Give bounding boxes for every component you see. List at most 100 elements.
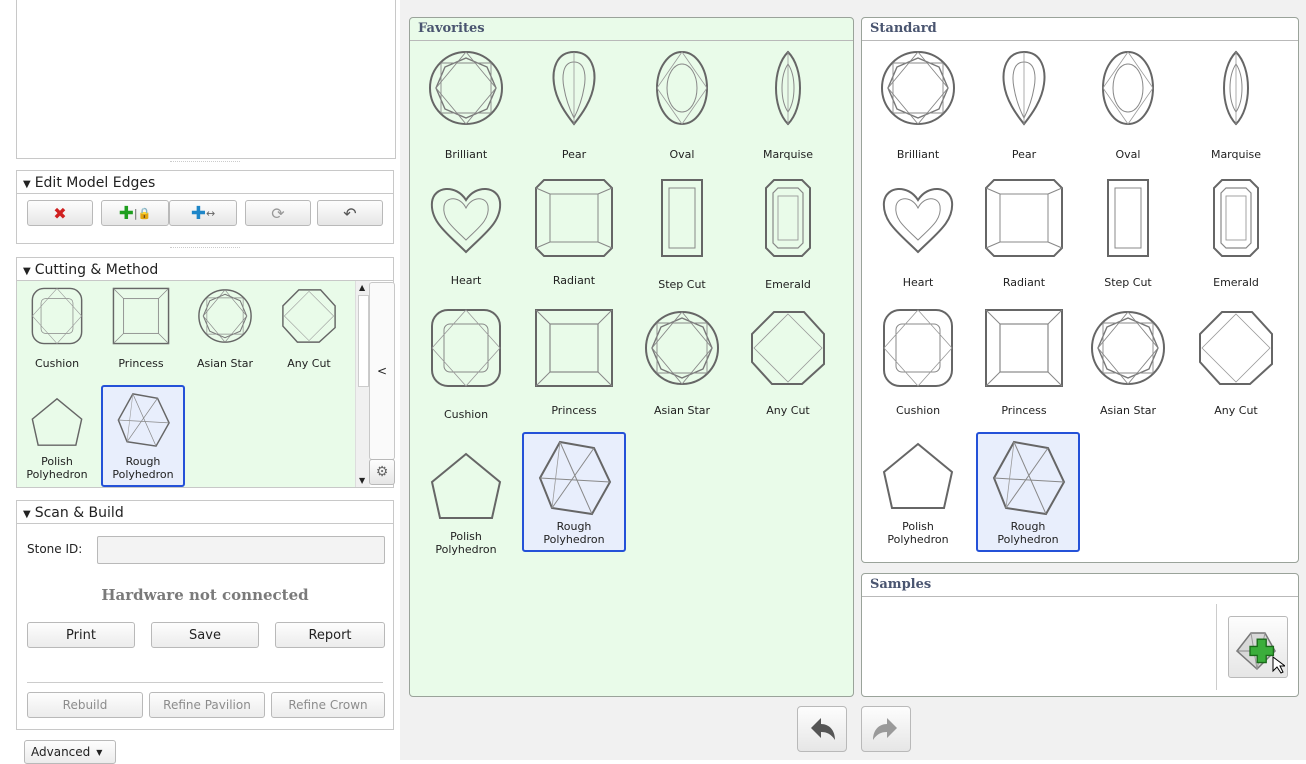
std-item-any-cut[interactable]: Any Cut: [1184, 308, 1288, 428]
favorites-title: Favorites: [410, 18, 853, 41]
delete-edge-button[interactable]: ✖: [27, 200, 93, 226]
std-item-step-cut[interactable]: Step Cut: [1076, 178, 1180, 298]
fav-item-step-cut[interactable]: Step Cut: [630, 178, 734, 298]
std-item-heart[interactable]: Heart: [866, 178, 970, 298]
samples-title: Samples: [862, 574, 1298, 597]
fav-item-polish-polyhedron[interactable]: Polish Polyhedron: [414, 442, 518, 562]
cut-item-any-cut[interactable]: Any Cut: [269, 281, 349, 379]
refresh-icon: ⟳: [271, 203, 285, 223]
marquise-icon: [1196, 48, 1276, 128]
fav-item-radiant[interactable]: Radiant: [522, 178, 626, 298]
fav-item-any-cut[interactable]: Any Cut: [736, 308, 840, 428]
delete-icon: ✖: [53, 203, 67, 223]
cutting-grid: Cushion Princess Asian Star Any Cut Poli…: [17, 281, 370, 487]
std-item-brilliant[interactable]: Brilliant: [866, 48, 970, 168]
cut-item-polish-polyhedron[interactable]: Polish Polyhedron: [17, 389, 97, 487]
fav-item-pear[interactable]: Pear: [522, 48, 626, 168]
refine-pavilion-button[interactable]: Refine Pavilion: [149, 692, 265, 718]
add-sample-button[interactable]: [1228, 616, 1288, 678]
fav-item-emerald[interactable]: Emerald: [736, 178, 840, 298]
redo-button[interactable]: [861, 706, 911, 752]
scrollbar-thumb[interactable]: [358, 295, 369, 387]
refresh-button[interactable]: ⟳: [245, 200, 311, 226]
gear-icon: ⚙: [375, 464, 389, 480]
collapse-panel-button[interactable]: <: [369, 282, 395, 460]
undo-edge-button[interactable]: ↶: [317, 200, 383, 226]
std-item-cushion[interactable]: Cushion: [866, 308, 970, 428]
scan-build-header[interactable]: ▼ Scan & Build: [16, 500, 394, 524]
favorites-panel: Favorites Brilliant Pear Oval Marquise H…: [409, 17, 854, 697]
edit-edges-body: ✖ ✚ |🔒 ✚ ↔ ⟳ ↶: [16, 194, 394, 244]
fav-item-rough-polyhedron[interactable]: Rough Polyhedron: [522, 432, 626, 552]
step-cut-icon: [642, 178, 722, 258]
std-item-rough-polyhedron[interactable]: Rough Polyhedron: [976, 432, 1080, 552]
refine-crown-button[interactable]: Refine Crown: [271, 692, 385, 718]
samples-panel: Samples: [861, 573, 1299, 697]
fav-item-brilliant[interactable]: Brilliant: [414, 48, 518, 168]
add-gem-icon: [1235, 632, 1287, 674]
princess-icon: [984, 308, 1064, 388]
asian-star-icon: [642, 308, 722, 388]
princess-icon: [534, 308, 614, 388]
chevron-down-icon: ▼: [23, 266, 31, 277]
shape-library-area: Favorites Brilliant Pear Oval Marquise H…: [400, 0, 1306, 760]
std-item-emerald[interactable]: Emerald: [1184, 178, 1288, 298]
radiant-icon: [534, 178, 614, 258]
cut-item-cushion[interactable]: Cushion: [17, 281, 97, 379]
radiant-icon: [984, 178, 1064, 258]
stone-id-input[interactable]: [97, 536, 385, 564]
emerald-icon: [748, 178, 828, 258]
print-button[interactable]: Print: [27, 622, 135, 648]
model-viewport[interactable]: [16, 0, 396, 159]
std-item-marquise[interactable]: Marquise: [1184, 48, 1288, 168]
edit-edges-header[interactable]: ▼ Edit Model Edges: [16, 170, 394, 194]
fav-item-oval[interactable]: Oval: [630, 48, 734, 168]
std-item-asian-star[interactable]: Asian Star: [1076, 308, 1180, 428]
standard-panel: Standard Brilliant Pear Oval Marquise He…: [861, 17, 1299, 563]
splitter-handle[interactable]: [170, 161, 240, 166]
polish-polyhedron-icon: [878, 436, 958, 516]
cutting-method-header[interactable]: ▼ Cutting & Method: [16, 257, 394, 281]
save-button[interactable]: Save: [151, 622, 259, 648]
asian-star-icon: [1088, 308, 1168, 388]
cut-item-princess[interactable]: Princess: [101, 281, 181, 379]
polish-polyhedron-icon: [28, 393, 86, 451]
chevron-down-icon: ▼: [23, 179, 31, 190]
brilliant-icon: [426, 48, 506, 128]
cutting-scrollbar[interactable]: ▲ ▼: [355, 281, 370, 487]
emerald-icon: [1196, 178, 1276, 258]
undo-arrow-icon: [811, 718, 835, 740]
std-item-pear[interactable]: Pear: [972, 48, 1076, 168]
brilliant-icon: [878, 48, 958, 128]
std-item-oval[interactable]: Oval: [1076, 48, 1180, 168]
rebuild-button[interactable]: Rebuild: [27, 692, 143, 718]
add-move-edge-button[interactable]: ✚ ↔: [169, 200, 237, 226]
cutting-method-body: Cushion Princess Asian Star Any Cut Poli…: [16, 281, 395, 488]
cut-item-rough-polyhedron[interactable]: Rough Polyhedron: [101, 385, 185, 487]
fav-item-princess[interactable]: Princess: [522, 308, 626, 428]
std-item-polish-polyhedron[interactable]: Polish Polyhedron: [866, 432, 970, 552]
fav-item-heart[interactable]: Heart: [414, 178, 518, 298]
heart-icon: [878, 178, 958, 258]
report-button[interactable]: Report: [275, 622, 385, 648]
undo-button[interactable]: [797, 706, 847, 752]
fav-item-marquise[interactable]: Marquise: [736, 48, 840, 168]
advanced-dropdown[interactable]: Advanced ▼: [24, 740, 116, 764]
chevron-down-icon: ▼: [96, 747, 103, 757]
hardware-status: Hardware not connected: [101, 586, 309, 604]
scroll-up-icon: ▲: [359, 283, 366, 292]
add-locked-edge-button[interactable]: ✚ |🔒: [101, 200, 169, 226]
splitter-handle[interactable]: [170, 247, 240, 252]
std-item-princess[interactable]: Princess: [972, 308, 1076, 428]
any-cut-icon: [748, 308, 828, 388]
cut-item-asian-star[interactable]: Asian Star: [185, 281, 265, 379]
cushion-icon: [28, 287, 86, 345]
rough-polyhedron-icon: [534, 438, 614, 518]
std-item-radiant[interactable]: Radiant: [972, 178, 1076, 298]
princess-icon: [112, 287, 170, 345]
add-lock-icon: ✚: [118, 202, 134, 224]
divider: [1216, 604, 1217, 690]
fav-item-asian-star[interactable]: Asian Star: [630, 308, 734, 428]
fav-item-cushion[interactable]: Cushion: [414, 308, 518, 428]
settings-button[interactable]: ⚙: [369, 459, 395, 485]
